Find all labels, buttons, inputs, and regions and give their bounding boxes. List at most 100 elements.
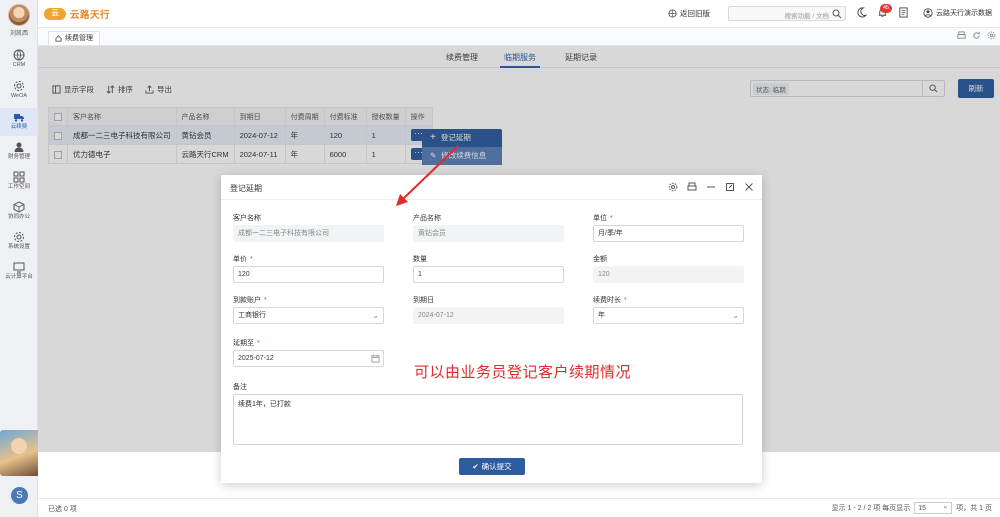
required-mark: * [610,215,613,222]
selection-count: 已选 0 项 [48,506,77,513]
field-label: 延期至 * [233,338,384,350]
field-label: 到款账户 * [233,295,384,307]
screen-icon [13,262,25,273]
user-menu[interactable]: 云路天行演示数据 [923,8,992,18]
table-footer: 已选 0 项 显示 1 - 2 / 2 项 每页显示 15 项，共 1 页 [38,498,1000,517]
field-quantity: 数量 1 [413,254,564,283]
check-icon: ✔ [472,462,479,471]
gear-icon[interactable] [987,31,996,40]
dialog-header: 登记延期 [221,175,762,200]
home-icon [55,35,62,42]
print-icon[interactable] [957,31,966,40]
search-input[interactable]: 搜索功能 / 文档 [728,6,846,21]
sidebar-item-cloud[interactable]: 云计算平台 [0,258,38,286]
dialog-tools [668,182,754,192]
sidebar-item-renewal[interactable]: 云续费 [0,108,38,136]
close-icon[interactable] [744,182,754,192]
field-expire: 到期日 2024-07-12 [413,295,564,324]
sidebar-item-weoa[interactable]: WeOA [0,77,38,105]
gear-icon [14,232,24,242]
refresh-icon[interactable] [972,31,981,40]
field-label: 单位 * [593,213,744,225]
extend-to-date-input[interactable]: 2025-07-12 [233,350,384,367]
sidebar-item-label: 财务管理 [7,154,30,160]
remark-textarea[interactable]: 续费1年，已打款 [233,394,743,445]
page-size-select[interactable]: 15 [914,501,953,514]
logo: 云 云路天行 [44,7,110,21]
grid-icon [13,171,25,183]
account-select[interactable]: 工商银行 ⌄ [233,307,384,324]
sidebar-item-settings[interactable]: 系统设置 [0,228,38,256]
field-duration: 续费时长 * 年 ⌄ [593,295,744,324]
globe-icon [668,9,677,18]
field-label: 客户名称 [233,215,261,222]
submit-button[interactable]: ✔ 确认提交 [459,458,525,475]
top-header: 云 云路天行 返回旧版 搜索功能 / 文档 45 云路天行演示数据 [38,0,1000,28]
amount-input: 120 [593,266,744,283]
old-version-link[interactable]: 返回旧版 [668,8,710,19]
user-name: 刘凯西 [9,31,28,37]
sidebar-item-label: CRM [12,62,26,68]
unit-input[interactable]: 月/季/年 [593,225,744,242]
dialog-title: 登记延期 [230,184,262,193]
field-customer: 客户名称 成都一二三电子科技有限公司 [233,213,384,242]
field-amount: 金额 120 [593,254,744,283]
sidebar-item-workspace[interactable]: 工作空间 [0,168,38,196]
truck-icon [14,114,24,122]
avatar[interactable] [8,4,30,26]
print-icon[interactable] [687,182,697,192]
field-label: 数量 [413,256,427,263]
duration-label: 续费时长 [593,297,621,304]
box-icon [13,201,25,213]
sidebar-item-label: WeOA [10,93,28,99]
tab-renewal-management[interactable]: 续费管理 [48,31,100,45]
moon-icon[interactable] [856,7,867,18]
required-mark: * [250,256,253,263]
register-extension-dialog: 登记延期 客户名称 成都一二三电子科技有限公司 产品名称 黄钻会员 单位 * 月/… [221,175,762,483]
minimize-icon[interactable] [706,182,716,192]
tab-label: 续费管理 [65,35,93,42]
old-version-label: 返回旧版 [680,9,710,18]
required-mark: * [257,340,260,347]
required-mark: * [624,297,627,304]
chevron-down-icon: ⌄ [732,311,739,320]
page-tabstrip: 续费管理 [38,28,1000,46]
extend-to-label: 延期至 [233,340,254,347]
submit-label: 确认提交 [481,462,512,471]
document-icon[interactable] [898,7,909,18]
unit-label: 单位 [593,215,607,222]
extend-to-value: 2025-07-12 [238,355,274,362]
sidebar-item-finance[interactable]: 财务管理 [0,138,38,166]
page-display: 显示 1 - 2 / 2 项 每页显示 [831,505,911,512]
sidebar-item-collab[interactable]: 协同办公 [0,198,38,226]
assistant-avatar[interactable] [0,430,40,476]
field-label: 金额 [593,256,607,263]
duration-value: 年 [598,312,605,319]
gear-icon [14,81,24,91]
remark-label: 备注 [233,384,247,391]
customer-input: 成都一二三电子科技有限公司 [233,225,384,242]
search-placeholder: 搜索功能 / 文档 [784,13,829,20]
sidebar-user[interactable]: 刘凯西 [0,4,38,37]
field-price: 单价 * 120 [233,254,384,283]
maximize-icon[interactable] [725,182,735,192]
quantity-input[interactable]: 1 [413,266,564,283]
expire-input: 2024-07-12 [413,307,564,324]
gear-icon[interactable] [668,182,678,192]
field-label: 到期日 [413,297,434,304]
pagination: 显示 1 - 2 / 2 项 每页显示 15 项，共 1 页 [831,501,992,514]
calendar-icon[interactable] [371,354,380,363]
tabstrip-tools [957,31,996,40]
field-account: 到款账户 * 工商银行 ⌄ [233,295,384,324]
field-extend-to: 延期至 * 2025-07-12 [233,338,384,367]
price-input[interactable]: 120 [233,266,384,283]
account-label: 到款账户 [233,297,261,304]
support-icon[interactable]: S [11,487,28,504]
field-product: 产品名称 黄钻会员 [413,213,564,242]
sidebar-item-crm[interactable]: CRM [0,46,38,74]
sidebar-item-label: 工作空间 [7,184,30,190]
duration-select[interactable]: 年 ⌄ [593,307,744,324]
search-icon[interactable] [832,9,842,19]
field-unit: 单位 * 月/季/年 [593,213,744,242]
field-label: 续费时长 * [593,295,744,307]
